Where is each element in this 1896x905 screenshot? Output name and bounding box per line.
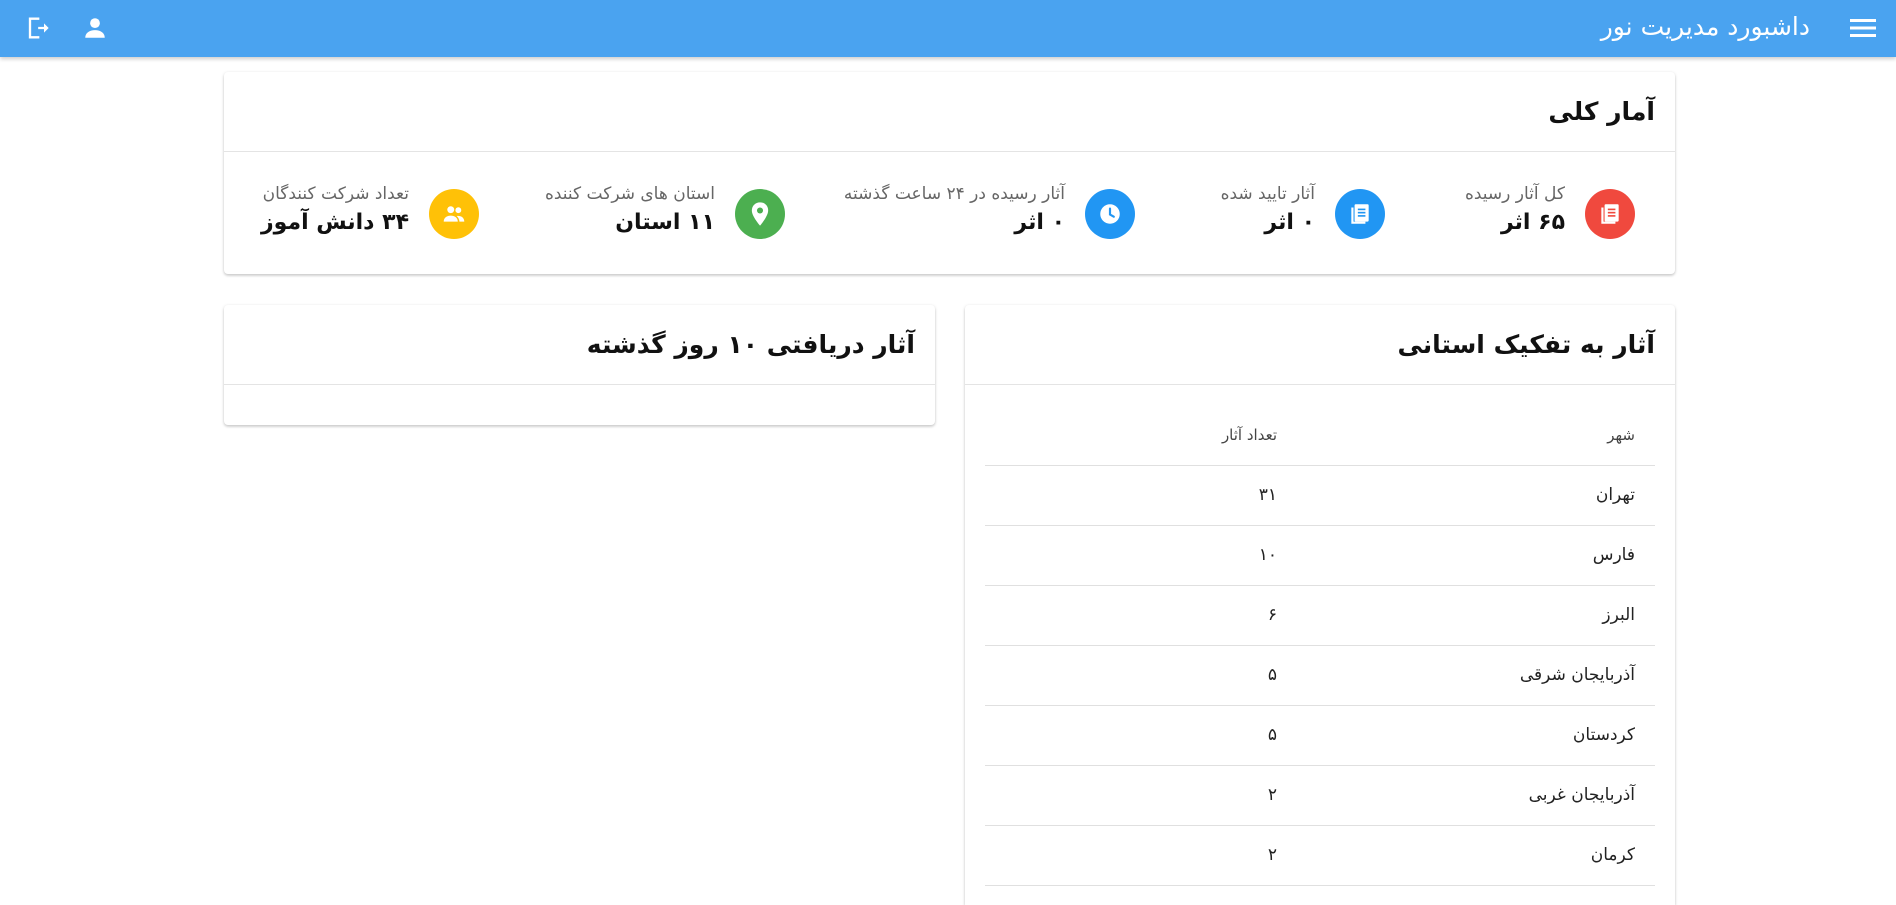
column-header-count: تعداد آثار <box>985 385 1277 466</box>
province-works-title: آثار به تفکیک استانی <box>1397 330 1655 359</box>
stat-provinces-value: ۱۱ استان <box>615 210 715 235</box>
stat-provinces-icon-circle <box>735 189 785 239</box>
province-cell: کردستان <box>1277 705 1655 766</box>
count-cell: ۲ <box>985 765 1277 826</box>
stat-participants: تعداد شرکت کنندگان ۳۴ دانش آموز <box>249 152 479 274</box>
stat-participants-label: تعداد شرکت کنندگان <box>262 184 409 204</box>
stat-total-icon-circle <box>1585 189 1635 239</box>
stat-total-value: ۶۵ اثر <box>1500 210 1565 235</box>
app-title: داشبورد مدیریت نور <box>1600 12 1810 41</box>
stat-total-label: کل آثار رسیده <box>1464 184 1565 204</box>
logout-icon <box>28 17 49 39</box>
table-header-row: شهر تعداد آثار <box>985 385 1655 466</box>
province-works-table: شهر تعداد آثار تهران ۳۱ فارس ۱۰ البرز ۶ … <box>985 385 1655 886</box>
stat-approved-works: آثار تایید شده ۰ اثر <box>1095 152 1385 274</box>
stat-approved-icon-circle <box>1335 189 1385 239</box>
stat-provinces-label: استان های شرکت کننده <box>544 184 715 204</box>
province-cell: فارس <box>1277 525 1655 586</box>
account-icon <box>85 18 105 38</box>
recent-works-card: آثار دریافتی ۱۰ روز گذشته <box>224 305 935 425</box>
location-pin-icon <box>751 202 769 226</box>
stats-row: کل آثار رسیده ۶۵ اثر آثار تایید شده ۰ اث… <box>224 152 1675 274</box>
stat-participating-provinces: استان های شرکت کننده ۱۱ استان <box>495 152 785 274</box>
table-row: البرز ۶ <box>985 585 1655 646</box>
stat-recent-icon-circle <box>1085 189 1135 239</box>
count-cell: ۳۱ <box>985 465 1277 526</box>
count-cell: ۶ <box>985 585 1277 646</box>
province-cell: آذربایجان شرقی <box>1277 645 1655 706</box>
table-row: آذربایجان شرقی ۵ <box>985 645 1655 706</box>
column-header-city: شهر <box>1277 385 1655 466</box>
table-row: کرمان ۲ <box>985 825 1655 886</box>
overall-stats-card: آمار کلی کل آثار رسیده ۶۵ اثر آثار تایید… <box>224 72 1675 274</box>
overall-stats-title: آمار کلی <box>1548 97 1655 126</box>
province-cell: آذربایجان غربی <box>1277 765 1655 826</box>
table-row: آذربایجان غربی ۲ <box>985 765 1655 826</box>
stat-recent-works: آثار رسیده در ۲۴ ساعت گذشته ۰ اثر <box>815 152 1135 274</box>
stat-approved-label: آثار تایید شده <box>1220 184 1315 204</box>
clock-icon <box>1100 204 1120 224</box>
top-app-bar: داشبورد مدیریت نور <box>0 0 1896 57</box>
count-cell: ۵ <box>985 645 1277 706</box>
table-row: تهران ۳۱ <box>985 465 1655 526</box>
recent-works-body <box>224 385 935 425</box>
count-cell: ۱۰ <box>985 525 1277 586</box>
stat-recent-value: ۰ اثر <box>1014 210 1065 235</box>
province-works-card: آثار به تفکیک استانی شهر تعداد آثار تهرا… <box>965 305 1675 905</box>
province-works-header: آثار به تفکیک استانی <box>965 305 1675 385</box>
book-stack-icon <box>1351 204 1369 224</box>
province-cell: کرمان <box>1277 825 1655 886</box>
stat-recent-label: آثار رسیده در ۲۴ ساعت گذشته <box>843 184 1065 204</box>
people-icon <box>443 206 465 222</box>
recent-works-header: آثار دریافتی ۱۰ روز گذشته <box>224 305 935 385</box>
overall-stats-header: آمار کلی <box>224 72 1675 152</box>
book-stack-icon <box>1601 204 1619 224</box>
stat-participants-icon-circle <box>429 189 479 239</box>
menu-icon <box>1850 19 1876 37</box>
account-button[interactable] <box>78 11 112 45</box>
province-cell: تهران <box>1277 465 1655 526</box>
stat-participants-value: ۳۴ دانش آموز <box>261 210 409 235</box>
count-cell: ۲ <box>985 825 1277 886</box>
table-row: فارس ۱۰ <box>985 525 1655 586</box>
stat-total-works: کل آثار رسیده ۶۵ اثر <box>1345 152 1635 274</box>
logout-button[interactable] <box>20 11 54 45</box>
stat-approved-value: ۰ اثر <box>1264 210 1315 235</box>
count-cell: ۵ <box>985 705 1277 766</box>
menu-button[interactable] <box>1846 11 1880 45</box>
province-cell: البرز <box>1277 585 1655 646</box>
recent-works-title: آثار دریافتی ۱۰ روز گذشته <box>586 330 915 359</box>
table-row: کردستان ۵ <box>985 705 1655 766</box>
